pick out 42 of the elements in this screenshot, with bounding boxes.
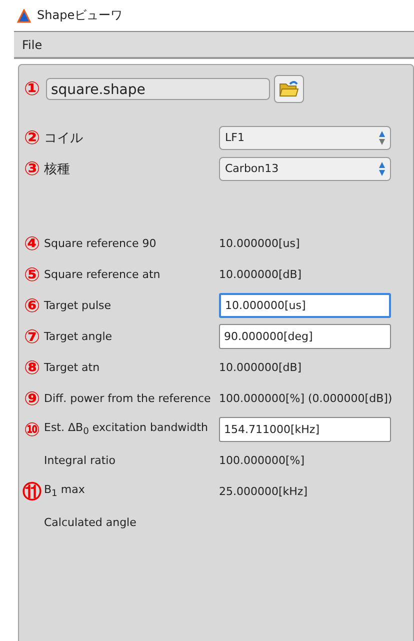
input-field[interactable]: 154.711000[kHz] [219, 417, 391, 442]
annotation-number: ⑪ [22, 482, 42, 502]
up-down-arrows-icon [378, 130, 386, 146]
input-field[interactable]: 10.000000[us] [219, 293, 391, 318]
field-label: 核種 [43, 160, 71, 178]
field-label: Square reference atn [43, 268, 162, 281]
field-value: 10.000000[us] [219, 237, 300, 250]
field-value: 25.000000[kHz] [219, 485, 308, 498]
field-value: 100.000000[%] (0.000000[dB]) [219, 392, 392, 405]
field-label: Est. ΔB$_{0}$ excitation bandwidth [43, 421, 209, 438]
field-label: Calculated angle [43, 516, 138, 529]
field-value: 10.000000[dB] [219, 268, 302, 281]
field-label: Square reference 90 [43, 237, 158, 250]
window-title: Shapeビューワ [37, 7, 123, 24]
field-label: B$_{1}$ max [43, 483, 86, 500]
menu-item[interactable]: File [22, 38, 42, 52]
annotation-number: ③ [22, 158, 42, 178]
input-field[interactable]: 90.000000[deg] [219, 324, 391, 349]
field-label: コイル [43, 130, 84, 146]
folder-icon [279, 80, 299, 98]
app-logo-icon [17, 8, 31, 22]
annotation-number: ② [22, 128, 42, 148]
annotation-number: ⑨ [22, 388, 42, 408]
annotation-number: ④ [22, 234, 42, 254]
dropdown[interactable]: LF1 [219, 126, 391, 150]
field-value: 10.000000[dB] [219, 361, 302, 374]
annotation-number: ⑥ [22, 296, 42, 316]
field-label: Target angle [43, 330, 114, 343]
field-label: Diff. power from the reference [43, 392, 212, 405]
annotation-number: ⑩ [22, 420, 42, 440]
field-label: Target atn [43, 361, 101, 374]
annotation-number: ⑧ [22, 358, 42, 378]
field-label: Target pulse [43, 299, 112, 312]
field-label: Integral ratio [43, 454, 116, 467]
up-down-arrows-icon [378, 160, 386, 176]
annotation-number: ① [22, 79, 42, 99]
annotation-number: ⑦ [22, 326, 42, 346]
open-folder-button[interactable] [274, 75, 304, 103]
dropdown[interactable]: Carbon13 [219, 156, 391, 180]
file-name-field[interactable]: square.shape [46, 78, 270, 100]
field-value: 100.000000[%] [219, 454, 305, 467]
annotation-number: ⑤ [22, 264, 42, 284]
